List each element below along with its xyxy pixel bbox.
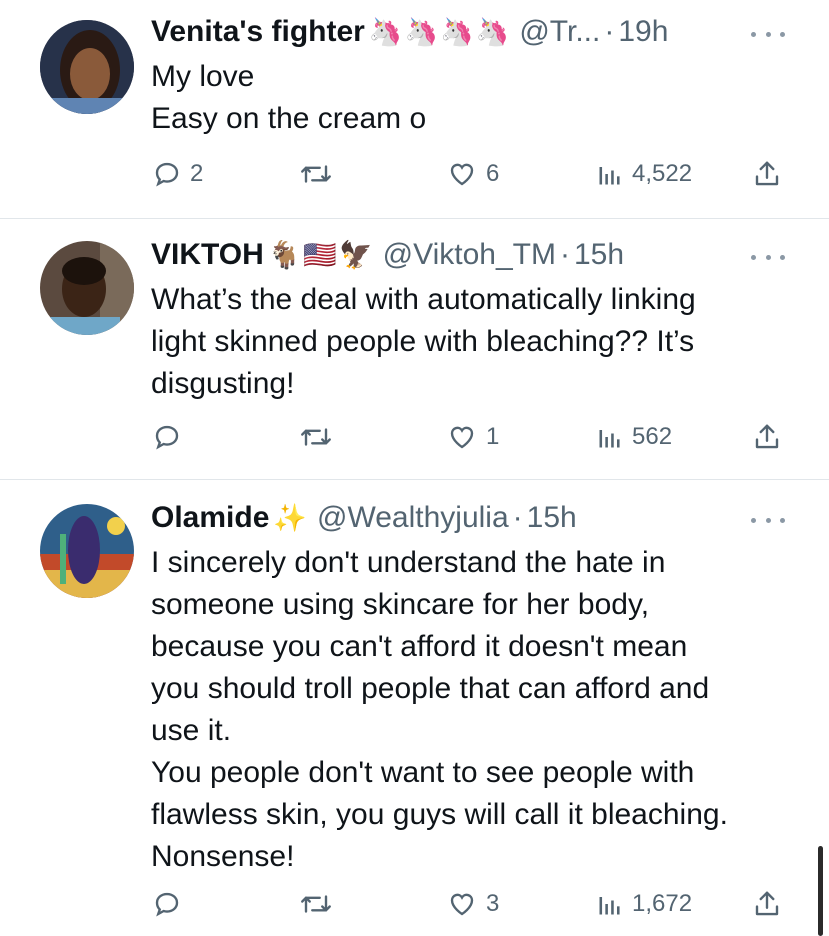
avatar[interactable]: [40, 20, 134, 114]
view-count: 562: [632, 423, 673, 450]
retweet-arrows-icon: [301, 895, 331, 913]
tweet-2[interactable]: VIKTOH 🐐🇺🇸🦅 @Viktoh_TM · 15h What’s the …: [0, 219, 829, 479]
share-button[interactable]: [752, 417, 782, 457]
share-upload-icon: [755, 161, 779, 186]
display-name[interactable]: Venita's fighter: [151, 15, 365, 49]
separator-dot: ·: [604, 15, 615, 48]
tweet-line: You people don't want to see people with: [151, 756, 695, 789]
timestamp[interactable]: 15h: [574, 238, 624, 272]
like-button[interactable]: 6: [446, 154, 499, 194]
tweet-text: My love Easy on the cream o: [151, 56, 791, 140]
display-name[interactable]: Olamide: [151, 501, 269, 535]
heart-icon: [450, 893, 474, 916]
action-bar: 3 1,672: [0, 884, 829, 924]
more-dots-icon[interactable]: [751, 247, 785, 267]
tweet-line: I sincerely don't understand the hate in: [151, 546, 666, 579]
tweet-line: use it.: [151, 714, 232, 747]
tweet-text: What’s the deal with automatically linki…: [151, 279, 791, 405]
tweet-line: Easy on the cream o: [151, 102, 427, 135]
views-button[interactable]: 1,672: [596, 884, 692, 924]
user-handle[interactable]: @Tr...: [519, 15, 600, 49]
tweet-line: My love: [151, 60, 255, 93]
reply-button[interactable]: [152, 417, 190, 457]
display-name[interactable]: VIKTOH: [151, 238, 264, 272]
more-dots-icon[interactable]: [751, 24, 785, 44]
scrollbar[interactable]: [818, 846, 823, 936]
heart-icon: [450, 426, 474, 449]
tweet-line: What’s the deal with automatically linki…: [151, 283, 696, 316]
tweet-header: VIKTOH 🐐🇺🇸🦅 @Viktoh_TM · 15h: [151, 235, 749, 275]
views-button[interactable]: 562: [596, 417, 672, 457]
tweet-1[interactable]: Venita's fighter 🦄🦄🦄🦄 @Tr... · 19h My lo…: [0, 0, 829, 218]
more-dots-icon[interactable]: [751, 510, 785, 530]
tweet-line: disgusting!: [151, 367, 295, 400]
views-button[interactable]: 4,522: [596, 154, 692, 194]
share-button[interactable]: [752, 884, 782, 924]
view-count: 1,672: [632, 890, 693, 917]
share-button[interactable]: [752, 154, 782, 194]
bar-chart-icon: [599, 897, 620, 915]
timestamp[interactable]: 15h: [527, 501, 577, 535]
view-count: 4,522: [632, 160, 693, 187]
separator-dot: ·: [512, 501, 523, 534]
retweet-arrows-icon: [301, 165, 331, 183]
tweet-line: you should troll people that can afford …: [151, 672, 710, 705]
timestamp[interactable]: 19h: [618, 15, 668, 49]
name-emoji: ✨: [273, 503, 309, 533]
tweet-3[interactable]: Olamide ✨ @Wealthyjulia · 15h I sincerel…: [0, 480, 829, 936]
user-handle[interactable]: @Viktoh_TM: [383, 238, 556, 272]
bar-chart-icon: [599, 167, 620, 185]
action-bar: 1 562: [0, 417, 829, 457]
separator-dot: ·: [559, 238, 570, 271]
tweet-line: light skinned people with bleaching?? It…: [151, 325, 695, 358]
reply-bubble-icon: [155, 892, 179, 917]
share-upload-icon: [755, 424, 779, 449]
retweet-button[interactable]: [298, 417, 334, 457]
user-handle[interactable]: @Wealthyjulia: [317, 501, 509, 535]
share-upload-icon: [755, 891, 779, 916]
like-button[interactable]: 1: [446, 417, 499, 457]
tweet-header: Olamide ✨ @Wealthyjulia · 15h: [151, 498, 749, 538]
retweet-button[interactable]: [298, 884, 334, 924]
reply-count: 2: [190, 160, 204, 187]
like-count: 3: [486, 890, 500, 917]
tweet-text: I sincerely don't understand the hate in…: [151, 542, 791, 878]
like-count: 6: [486, 160, 500, 187]
tweet-header: Venita's fighter 🦄🦄🦄🦄 @Tr... · 19h: [151, 12, 749, 52]
tweet-line: because you can't afford it doesn't mean: [151, 630, 688, 663]
action-bar: 2 6 4,522: [0, 154, 829, 194]
reply-button[interactable]: 2: [152, 154, 203, 194]
name-emoji: 🐐🇺🇸🦅: [267, 240, 375, 270]
avatar[interactable]: [40, 504, 134, 598]
name-emoji: 🦄🦄🦄🦄: [368, 17, 512, 47]
reply-bubble-icon: [155, 425, 179, 450]
tweet-line: Nonsense!: [151, 840, 295, 873]
reply-bubble-icon: [155, 162, 179, 187]
like-button[interactable]: 3: [446, 884, 499, 924]
retweet-arrows-icon: [301, 428, 331, 446]
retweet-button[interactable]: [298, 154, 334, 194]
like-count: 1: [486, 423, 500, 450]
tweet-line: flawless skin, you guys will call it ble…: [151, 798, 728, 831]
tweet-line: someone using skincare for her body,: [151, 588, 650, 621]
heart-icon: [450, 163, 474, 186]
bar-chart-icon: [599, 430, 620, 448]
reply-button[interactable]: [152, 884, 190, 924]
avatar[interactable]: [40, 241, 134, 335]
